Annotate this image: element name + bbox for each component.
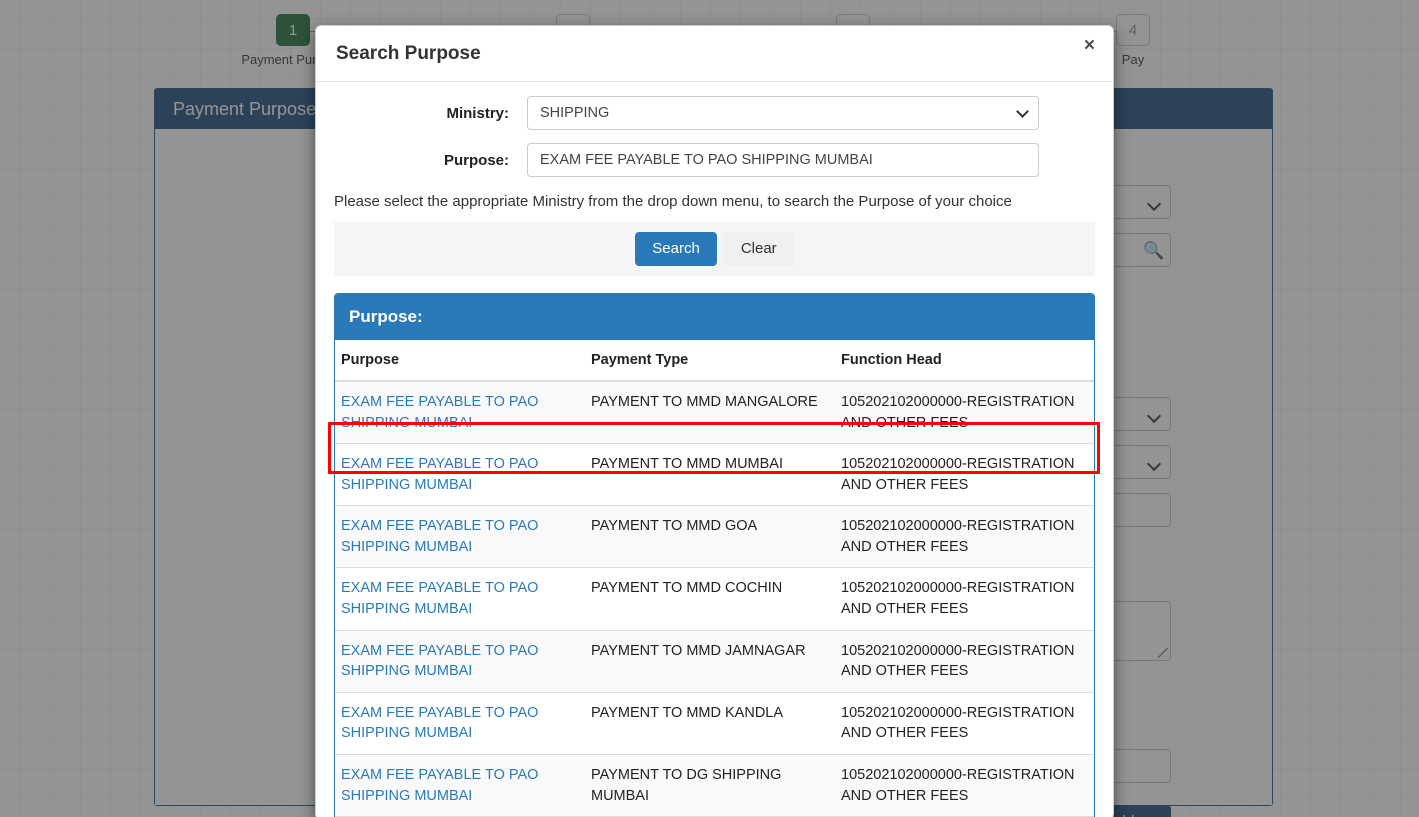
clear-button[interactable]: Clear [723,232,794,266]
search-purpose-modal: Search Purpose × Ministry: SHIPPING Purp… [315,25,1114,817]
results-table-body: EXAM FEE PAYABLE TO PAO SHIPPING MUMBAI P… [335,380,1094,817]
cell-payment-type: PAYMENT TO DG SHIPPING MUMBAI [585,753,835,817]
purpose-label: Purpose: [443,151,509,169]
table-row[interactable]: EXAM FEE PAYABLE TO PAO SHIPPING MUMBAI P… [335,380,1094,444]
cell-purpose: EXAM FEE PAYABLE TO PAO SHIPPING MUMBAI [335,380,585,444]
modal-title: Search Purpose [336,43,481,64]
ministry-label: Ministry: [446,104,509,122]
table-row[interactable]: EXAM FEE PAYABLE TO PAO SHIPPING MUMBAI P… [335,505,1094,568]
modal-action-bar: Search Clear [334,222,1095,276]
results-table-head: Purpose Payment Type Function Head [335,340,1094,382]
ministry-select[interactable]: SHIPPING [527,96,1039,130]
cell-purpose: EXAM FEE PAYABLE TO PAO SHIPPING MUMBAI [335,629,585,693]
table-row[interactable]: EXAM FEE PAYABLE TO PAO SHIPPING MUMBAI P… [335,753,1094,817]
table-row[interactable]: EXAM FEE PAYABLE TO PAO SHIPPING MUMBAI P… [335,629,1094,693]
cell-payment-type: PAYMENT TO MMD COCHIN [585,567,835,631]
cell-function-head: 105202102000000-REGISTRATION AND OTHER F… [835,629,1094,693]
column-header-function-head: Function Head [835,340,1094,382]
search-button[interactable]: Search [635,232,717,266]
purpose-link[interactable]: EXAM FEE PAYABLE TO PAO SHIPPING MUMBAI [341,767,538,804]
cell-function-head: 105202102000000-REGISTRATION AND OTHER F… [835,753,1094,817]
ministry-row: Ministry: SHIPPING [332,96,1097,130]
modal-body: Ministry: SHIPPING Purpose: Please selec… [316,82,1113,817]
table-row[interactable]: EXAM FEE PAYABLE TO PAO SHIPPING MUMBAI P… [335,691,1094,755]
cell-payment-type: PAYMENT TO MMD KANDLA [585,691,835,755]
purpose-row: Purpose: [332,143,1097,177]
cell-payment-type: PAYMENT TO MMD JAMNAGAR [585,629,835,693]
close-icon[interactable]: × [1080,32,1099,59]
purpose-input[interactable] [527,143,1039,177]
ministry-select-wrap: SHIPPING [527,96,1039,130]
cell-purpose: EXAM FEE PAYABLE TO PAO SHIPPING MUMBAI [335,753,585,817]
purpose-link[interactable]: EXAM FEE PAYABLE TO PAO SHIPPING MUMBAI [341,518,538,555]
cell-purpose: EXAM FEE PAYABLE TO PAO SHIPPING MUMBAI [335,567,585,631]
column-header-purpose: Purpose [335,340,585,382]
results-panel-heading: Purpose: [335,294,1094,340]
cell-function-head: 105202102000000-REGISTRATION AND OTHER F… [835,691,1094,755]
results-header-row: Purpose Payment Type Function Head [335,340,1094,382]
cell-function-head: 105202102000000-REGISTRATION AND OTHER F… [835,567,1094,631]
cell-purpose: EXAM FEE PAYABLE TO PAO SHIPPING MUMBAI [335,505,585,568]
cell-payment-type: PAYMENT TO MMD MANGALORE [585,380,835,444]
results-table: Purpose Payment Type Function Head EXAM … [335,340,1094,817]
table-row[interactable]: EXAM FEE PAYABLE TO PAO SHIPPING MUMBAI P… [335,443,1094,506]
purpose-link[interactable]: EXAM FEE PAYABLE TO PAO SHIPPING MUMBAI [341,456,538,493]
cell-payment-type: PAYMENT TO MMD GOA [585,505,835,568]
purpose-link[interactable]: EXAM FEE PAYABLE TO PAO SHIPPING MUMBAI [341,580,538,617]
ministry-hint-text: Please select the appropriate Ministry f… [334,193,1012,210]
cell-purpose: EXAM FEE PAYABLE TO PAO SHIPPING MUMBAI [335,691,585,755]
cell-function-head: 105202102000000-REGISTRATION AND OTHER F… [835,505,1094,568]
purpose-link[interactable]: EXAM FEE PAYABLE TO PAO SHIPPING MUMBAI [341,394,538,431]
purpose-link[interactable]: EXAM FEE PAYABLE TO PAO SHIPPING MUMBAI [341,643,538,680]
page-root: 1 Payment Purpose 2 3 4 Pay Payment Purp… [0,0,1419,817]
column-header-payment-type: Payment Type [585,340,835,382]
purpose-link[interactable]: EXAM FEE PAYABLE TO PAO SHIPPING MUMBAI [341,705,538,742]
cell-function-head: 105202102000000-REGISTRATION AND OTHER F… [835,443,1094,506]
table-row[interactable]: EXAM FEE PAYABLE TO PAO SHIPPING MUMBAI P… [335,567,1094,631]
cell-purpose: EXAM FEE PAYABLE TO PAO SHIPPING MUMBAI [335,443,585,506]
cell-function-head: 105202102000000-REGISTRATION AND OTHER F… [835,380,1094,444]
results-panel: Purpose: Purpose Payment Type Function H… [334,293,1095,817]
modal-header: Search Purpose × [316,26,1113,82]
cell-payment-type: PAYMENT TO MMD MUMBAI [585,443,835,506]
